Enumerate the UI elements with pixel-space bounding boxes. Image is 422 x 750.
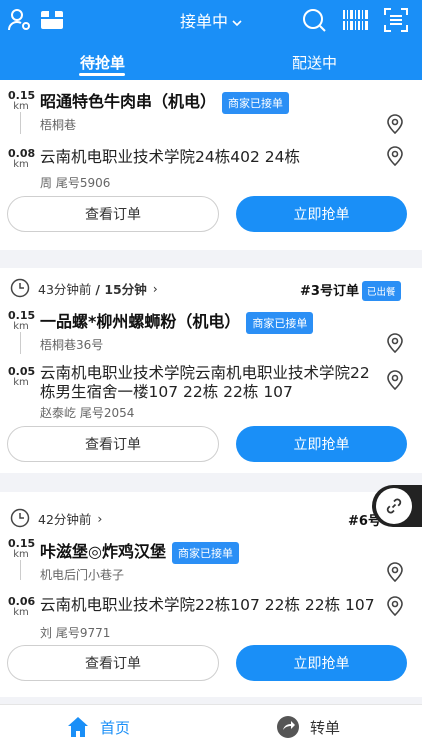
shop-name: 一品螺*柳州螺蛳粉（机电） 商家已接单	[40, 308, 314, 334]
grab-order-button[interactable]: 立即抢单	[236, 645, 407, 681]
order-card: 0.15 km 昭通特色牛肉串（机电） 商家已接单 梧桐巷 0.08 km 云南机电职…	[0, 80, 422, 250]
duration: / 15分钟	[95, 281, 147, 297]
dropoff-address: 云南机电职业技术学院云南机电职业技术学院22栋男生宿舍一楼107 22栋 22栋…	[40, 364, 370, 401]
shop-name: 咔滋堡◎炸鸡汉堡 商家已接单	[40, 538, 239, 564]
order-time-meta: 42分钟前 ›	[10, 508, 102, 528]
time-ago: 43分钟前	[38, 281, 92, 297]
pickup-address: 梧桐巷	[40, 118, 77, 132]
bottom-nav: 首页 转单	[0, 704, 422, 750]
location-pin-icon[interactable]	[386, 146, 404, 167]
order-card: 43分钟前/ 15分钟 › #3号订单 已出餐 0.15 km 一品螺*柳州螺蛳粉…	[0, 268, 422, 473]
customer-info: 赵泰屹 尾号2054	[40, 406, 135, 420]
order-time-meta: 43分钟前/ 15分钟 ›	[10, 278, 158, 298]
customer-info: 刘 尾号9771	[40, 626, 111, 640]
app-header: 接单中 待抢单 配送中	[0, 0, 422, 80]
route-line	[20, 560, 21, 580]
grab-order-button[interactable]: 立即抢单	[236, 426, 407, 462]
scan-frame-icon[interactable]	[382, 6, 410, 34]
grab-order-button[interactable]: 立即抢单	[236, 196, 407, 232]
status-title: 接单中	[179, 12, 228, 31]
nav-home-label: 首页	[100, 718, 131, 737]
chevron-down-icon	[232, 12, 242, 31]
merchant-accepted-badge: 商家已接单	[171, 541, 239, 564]
location-pin-icon[interactable]	[386, 370, 404, 391]
pickup-distance: 0.15 km	[8, 89, 36, 112]
route-line	[20, 112, 21, 134]
merchant-accepted-badge: 商家已接单	[246, 311, 314, 334]
view-order-button[interactable]: 查看订单	[7, 196, 219, 232]
tab-delivering[interactable]: 配送中	[292, 52, 337, 73]
dropoff-distance: 0.05 km	[8, 365, 36, 388]
chevron-right-icon: ›	[152, 280, 158, 296]
floating-link-button[interactable]	[372, 485, 422, 527]
location-pin-icon[interactable]	[386, 114, 404, 135]
food-ready-badge: 已出餐	[362, 281, 401, 301]
nav-transfer-label: 转单	[310, 718, 341, 737]
search-icon[interactable]	[300, 6, 328, 34]
route-line	[20, 332, 21, 354]
pickup-distance: 0.15 km	[8, 537, 36, 560]
clock-icon	[10, 508, 30, 528]
dropoff-distance: 0.08 km	[8, 147, 36, 170]
customer-info: 周 尾号5906	[40, 176, 111, 190]
barcode-scan-icon[interactable]	[340, 6, 372, 34]
view-order-button[interactable]: 查看订单	[7, 426, 219, 462]
location-pin-icon[interactable]	[386, 333, 404, 354]
clock-icon	[10, 278, 30, 298]
pickup-distance: 0.15 km	[8, 309, 36, 332]
time-ago: 42分钟前	[38, 511, 92, 527]
pickup-address: 梧桐巷36号	[40, 338, 104, 352]
nav-home[interactable]: 首页	[66, 715, 130, 739]
shop-name: 昭通特色牛肉串（机电） 商家已接单	[40, 88, 290, 114]
order-number: #3号订单	[300, 284, 359, 299]
home-icon	[68, 717, 88, 737]
nav-transfer[interactable]: 转单	[276, 715, 340, 739]
merchant-accepted-badge: 商家已接单	[222, 91, 290, 114]
location-pin-icon[interactable]	[386, 562, 404, 583]
pickup-address: 机电后门小巷子	[40, 568, 125, 582]
view-order-button[interactable]: 查看订单	[7, 645, 219, 681]
link-icon	[376, 488, 412, 524]
chevron-right-icon: ›	[97, 510, 103, 526]
transfer-icon	[277, 716, 299, 738]
active-tab-indicator	[79, 73, 125, 76]
location-pin-icon[interactable]	[386, 596, 404, 617]
dropoff-distance: 0.06 km	[8, 595, 36, 618]
order-card: 42分钟前 › #6号 0.15 km 咔滋堡◎炸鸡汉堡 商家已接单 机电后门小巷子…	[0, 492, 422, 697]
dropoff-address: 云南机电职业技术学院22栋107 22栋 22栋 107	[40, 596, 375, 614]
dropoff-address: 云南机电职业技术学院24栋402 24栋	[40, 148, 300, 166]
tab-pending[interactable]: 待抢单	[80, 52, 125, 73]
